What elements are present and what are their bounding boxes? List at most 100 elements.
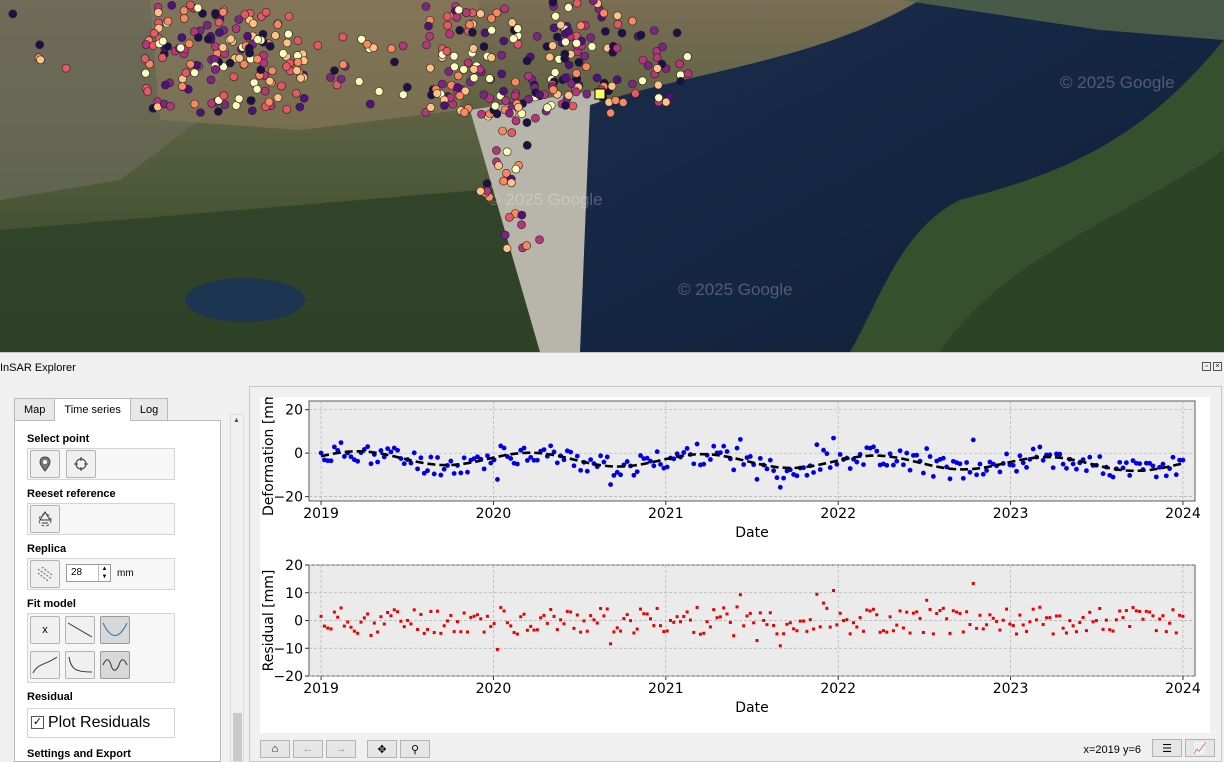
insar-point[interactable] bbox=[572, 69, 581, 78]
insar-point[interactable] bbox=[482, 179, 492, 188]
insar-point[interactable] bbox=[497, 69, 507, 79]
insar-point[interactable] bbox=[487, 25, 497, 35]
insar-point[interactable] bbox=[252, 84, 262, 94]
insar-point[interactable] bbox=[572, 38, 581, 48]
insar-point[interactable] bbox=[215, 28, 224, 37]
insar-point[interactable] bbox=[299, 94, 309, 103]
insar-point[interactable] bbox=[507, 178, 516, 188]
insar-point[interactable] bbox=[487, 14, 496, 23]
insar-point[interactable] bbox=[455, 25, 465, 35]
insar-point[interactable] bbox=[522, 241, 531, 250]
insar-point[interactable] bbox=[229, 72, 239, 82]
insar-point[interactable] bbox=[502, 244, 512, 253]
insar-point[interactable] bbox=[36, 55, 45, 65]
insar-point[interactable] bbox=[271, 31, 280, 40]
insar-point[interactable] bbox=[628, 79, 637, 89]
insar-point[interactable] bbox=[460, 108, 469, 117]
insar-point[interactable] bbox=[243, 31, 252, 41]
forward-button[interactable]: → bbox=[326, 740, 356, 758]
insar-point[interactable] bbox=[445, 29, 455, 39]
insar-point[interactable] bbox=[176, 43, 185, 53]
insar-point[interactable] bbox=[612, 43, 622, 53]
insar-point[interactable] bbox=[507, 18, 517, 27]
insar-point[interactable] bbox=[424, 21, 433, 31]
insar-point[interactable] bbox=[234, 15, 243, 24]
insar-point[interactable] bbox=[425, 31, 435, 41]
fit-quadratic-button[interactable] bbox=[100, 616, 130, 644]
insar-point[interactable] bbox=[293, 36, 303, 46]
insar-point[interactable] bbox=[613, 11, 622, 21]
insar-point[interactable] bbox=[267, 66, 277, 76]
insar-point[interactable] bbox=[218, 7, 228, 17]
insar-point[interactable] bbox=[211, 65, 220, 74]
insar-point[interactable] bbox=[186, 0, 195, 10]
insar-point[interactable] bbox=[548, 41, 558, 50]
insar-point[interactable] bbox=[561, 37, 570, 47]
insar-point[interactable] bbox=[676, 77, 686, 86]
insar-point[interactable] bbox=[522, 56, 532, 66]
replica-button[interactable] bbox=[30, 560, 60, 588]
insar-point[interactable] bbox=[636, 30, 646, 40]
insar-point[interactable] bbox=[453, 71, 463, 81]
insar-point[interactable] bbox=[265, 41, 275, 51]
insar-point[interactable] bbox=[273, 20, 283, 29]
insar-point[interactable] bbox=[443, 21, 452, 30]
insar-point[interactable] bbox=[505, 108, 514, 118]
home-button[interactable]: ⌂ bbox=[260, 740, 290, 758]
insar-point[interactable] bbox=[654, 93, 664, 103]
insar-point[interactable] bbox=[601, 27, 610, 36]
insar-point[interactable] bbox=[181, 68, 191, 77]
insar-point[interactable] bbox=[511, 164, 521, 174]
insar-point[interactable] bbox=[190, 68, 199, 77]
insar-point[interactable] bbox=[638, 76, 647, 86]
insar-point[interactable] bbox=[61, 63, 71, 73]
insar-point[interactable] bbox=[161, 80, 170, 90]
insar-point[interactable] bbox=[548, 0, 558, 7]
insar-point[interactable] bbox=[564, 3, 573, 12]
insar-point[interactable] bbox=[675, 59, 684, 69]
insar-point[interactable] bbox=[398, 90, 408, 100]
insar-point[interactable] bbox=[193, 3, 203, 13]
insar-point[interactable] bbox=[592, 73, 602, 83]
insar-point[interactable] bbox=[500, 4, 509, 14]
insar-point[interactable] bbox=[572, 0, 582, 8]
insar-point[interactable] bbox=[362, 39, 372, 49]
insar-point[interactable] bbox=[532, 32, 542, 41]
insar-point[interactable] bbox=[618, 98, 628, 107]
insar-point[interactable] bbox=[421, 2, 431, 11]
insar-point[interactable] bbox=[535, 235, 544, 244]
insar-point[interactable] bbox=[522, 141, 532, 150]
insar-point[interactable] bbox=[338, 60, 348, 69]
insar-point[interactable] bbox=[574, 57, 584, 67]
insar-point[interactable] bbox=[218, 43, 228, 52]
insar-point[interactable] bbox=[612, 75, 622, 84]
insar-point[interactable] bbox=[422, 40, 431, 50]
insar-point[interactable] bbox=[523, 71, 533, 81]
insar-point[interactable] bbox=[246, 96, 256, 105]
insar-point[interactable] bbox=[450, 62, 459, 72]
plot-residuals-checkbox[interactable]: ✓ bbox=[31, 716, 44, 729]
insar-point[interactable] bbox=[502, 147, 512, 157]
insar-point[interactable] bbox=[387, 44, 396, 53]
insar-point[interactable] bbox=[617, 28, 627, 38]
tab-log[interactable]: Log bbox=[129, 398, 169, 420]
insar-point[interactable] bbox=[561, 101, 570, 110]
insar-point[interactable] bbox=[226, 34, 236, 44]
insar-point[interactable] bbox=[586, 33, 596, 42]
replica-spinbox[interactable]: 28 ▲ ▼ bbox=[66, 564, 111, 582]
insar-point[interactable] bbox=[479, 42, 489, 51]
insar-point[interactable] bbox=[211, 42, 220, 51]
insar-point[interactable] bbox=[336, 74, 346, 84]
time-series-figure[interactable]: 2019 2020 2021 2022 2023 2024 20 0 −20 Date Deform… bbox=[260, 397, 1210, 733]
insar-point[interactable] bbox=[653, 80, 663, 90]
insar-point[interactable] bbox=[158, 53, 167, 62]
insar-point[interactable] bbox=[631, 89, 640, 98]
insar-point[interactable] bbox=[338, 32, 348, 42]
vertical-scrollbar[interactable]: ▲ bbox=[230, 414, 244, 762]
insar-point[interactable] bbox=[542, 103, 552, 112]
insar-point[interactable] bbox=[505, 213, 514, 222]
insar-point[interactable] bbox=[550, 68, 560, 77]
insar-point[interactable] bbox=[204, 34, 213, 44]
insar-point[interactable] bbox=[214, 17, 224, 27]
spin-arrows[interactable]: ▲ ▼ bbox=[98, 565, 110, 581]
